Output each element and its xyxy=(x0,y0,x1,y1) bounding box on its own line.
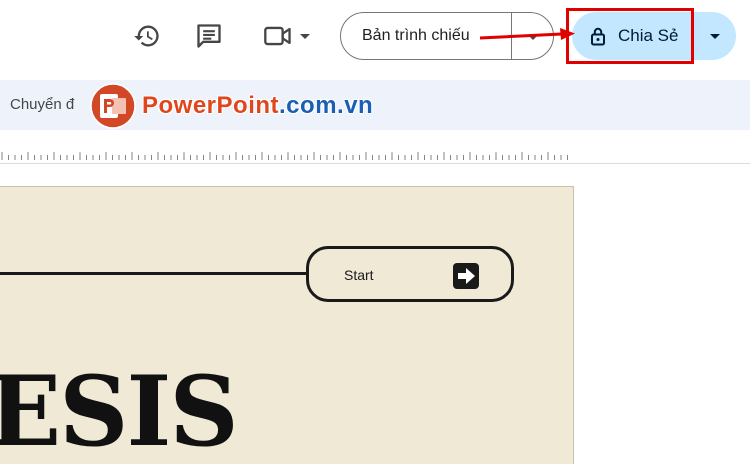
annotation-highlight-box xyxy=(566,8,694,64)
version-history-button[interactable] xyxy=(131,20,163,52)
comment-icon xyxy=(197,24,221,48)
slideshow-label: Bản trình chiếu xyxy=(362,27,470,44)
history-icon xyxy=(134,25,159,47)
video-camera-icon xyxy=(264,26,291,46)
ruler-ticks xyxy=(1,152,568,160)
slide-title-text: ESIS xyxy=(0,355,239,468)
comments-button[interactable] xyxy=(193,20,225,52)
arrow-right-icon xyxy=(453,263,479,289)
start-shape[interactable]: Start xyxy=(306,246,514,302)
horizontal-ruler xyxy=(0,130,750,164)
slide-connector-line xyxy=(0,272,308,275)
watermark: PowerPoint.com.vn xyxy=(90,82,373,130)
start-label: Start xyxy=(344,267,374,283)
transition-button-label[interactable]: Chuyển đ xyxy=(10,80,74,130)
watermark-text-domain: .com.vn xyxy=(279,92,374,119)
powerpoint-logo-icon xyxy=(90,83,136,129)
chevron-down-icon xyxy=(710,34,720,39)
chevron-down-icon xyxy=(300,34,310,39)
annotation-arrow-icon xyxy=(479,28,575,40)
top-bar: Bản trình chiếu Chia Sẻ xyxy=(0,0,750,80)
watermark-text-brand: PowerPoint xyxy=(142,92,280,119)
meet-button[interactable] xyxy=(260,20,316,52)
slide-canvas[interactable]: Start ESIS xyxy=(0,186,574,464)
share-options-button[interactable] xyxy=(705,26,725,46)
